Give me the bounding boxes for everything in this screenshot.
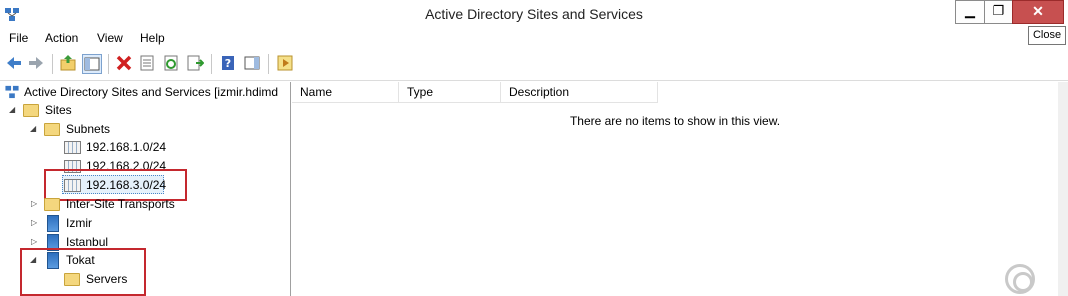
tree-item-subnets[interactable]: ◢ Subnets — [0, 120, 290, 138]
site-icon — [47, 215, 59, 232]
help-icon[interactable]: ? — [219, 54, 237, 72]
maximize-button[interactable]: ❐ — [984, 0, 1013, 24]
expand-arrow-icon[interactable]: ▷ — [31, 237, 41, 246]
minimize-button[interactable]: ▁ — [955, 0, 984, 24]
vertical-scrollbar[interactable] — [1058, 82, 1068, 296]
toolbar-separator — [268, 54, 269, 74]
folder-icon — [44, 123, 60, 136]
expand-arrow-icon[interactable]: ▷ — [31, 218, 41, 227]
refresh-icon[interactable] — [162, 54, 180, 72]
show-hide-action-pane-icon[interactable] — [243, 54, 261, 72]
tree-item-root-label: Active Directory Sites and Services [izm… — [24, 85, 279, 99]
ad-sites-root-icon — [5, 85, 19, 99]
red-highlight-box-tokat — [20, 248, 146, 296]
properties-icon[interactable] — [138, 54, 156, 72]
tree-item-site-izmir[interactable]: ▷ Izmir — [0, 214, 290, 232]
toolbar: ? — [0, 50, 1068, 81]
folder-icon — [23, 104, 39, 117]
close-button[interactable]: ✕ — [1012, 0, 1064, 24]
export-list-icon[interactable] — [186, 54, 204, 72]
run-icon[interactable] — [276, 54, 294, 72]
tree-item-inter-site-label: Inter-Site Transports — [66, 197, 175, 211]
tree-item-sites-label: Sites — [45, 103, 72, 117]
site-label: Izmir — [66, 216, 92, 230]
tree-item-subnet[interactable]: 192.168.1.0/24 — [0, 138, 290, 156]
folder-icon — [44, 198, 60, 211]
subnet-label: 192.168.1.0/24 — [86, 140, 167, 154]
console-tree: Active Directory Sites and Services [izm… — [0, 82, 291, 296]
empty-list-message: There are no items to show in this view. — [569, 114, 781, 128]
toolbar-separator — [108, 54, 109, 74]
subnet-icon — [64, 141, 81, 154]
window-title: Active Directory Sites and Services — [425, 6, 643, 22]
menu-bar: File Action View Help — [0, 29, 1068, 48]
forward-arrow-icon[interactable] — [27, 54, 45, 72]
column-header-description[interactable]: Description — [501, 82, 658, 103]
column-header-type[interactable]: Type — [399, 82, 501, 103]
column-header-name[interactable]: Name — [292, 82, 399, 103]
expand-arrow-icon[interactable]: ▷ — [31, 199, 41, 208]
svg-text:?: ? — [225, 57, 231, 70]
tree-item-sites[interactable]: ◢ Sites — [0, 101, 290, 119]
back-arrow-icon[interactable] — [5, 54, 23, 72]
title-bar: Active Directory Sites and Services ▁ ❐ … — [0, 0, 1068, 29]
tree-item-subnets-label: Subnets — [66, 122, 111, 136]
toolbar-separator — [211, 54, 212, 74]
toolbar-separator — [52, 54, 53, 74]
magnifier-watermark-icon — [1005, 264, 1035, 294]
up-folder-icon[interactable] — [59, 54, 77, 72]
menu-file[interactable]: File — [9, 31, 28, 45]
site-label: Istanbul — [66, 235, 109, 249]
delete-icon[interactable] — [115, 54, 133, 72]
tree-item-root[interactable]: Active Directory Sites and Services [izm… — [0, 83, 290, 101]
show-hide-console-tree-icon[interactable] — [82, 54, 102, 74]
collapse-arrow-icon[interactable]: ◢ — [9, 105, 19, 114]
results-list: Name Type Description There are no items… — [292, 82, 1058, 296]
menu-action[interactable]: Action — [45, 31, 78, 45]
menu-view[interactable]: View — [97, 31, 123, 45]
collapse-arrow-icon[interactable]: ◢ — [30, 124, 40, 133]
menu-help[interactable]: Help — [140, 31, 165, 45]
tree-item-inter-site-transports[interactable]: ▷ Inter-Site Transports — [0, 195, 290, 213]
